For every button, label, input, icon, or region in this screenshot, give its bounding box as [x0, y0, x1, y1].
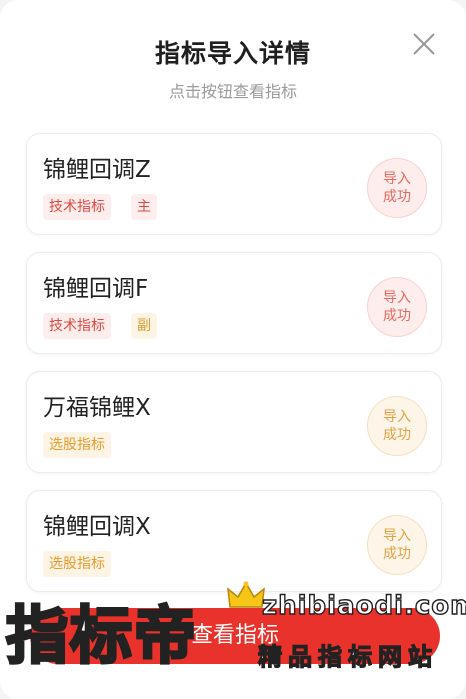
close-icon[interactable]	[410, 30, 438, 58]
indicator-name: 锦鲤回调F	[43, 276, 149, 302]
import-status-badge[interactable]: 导入 成功	[367, 515, 427, 575]
indicator-card[interactable]: 锦鲤回调X 选股指标 导入 成功	[26, 490, 442, 592]
type-tag: 选股指标	[43, 551, 111, 577]
chart-position-tag: 副	[131, 313, 157, 339]
indicator-card[interactable]: 万福锦鲤X 选股指标 导入 成功	[26, 371, 442, 473]
indicator-name: 锦鲤回调Z	[43, 157, 151, 183]
chart-position-tag: 主	[131, 194, 157, 220]
dialog-title: 指标导入详情	[154, 39, 311, 68]
import-status-badge[interactable]: 导入 成功	[367, 158, 427, 218]
indicator-card[interactable]: 锦鲤回调F 技术指标 副 导入 成功	[26, 252, 442, 354]
type-tag: 技术指标	[43, 194, 111, 220]
import-details-dialog: 指标导入详情 点击按钮查看指标 锦鲤回调Z 技术指标 主 导入 成功 锦鲤回调F …	[0, 0, 466, 699]
watermark-logo-text: 指标帝	[4, 598, 199, 674]
indicator-name: 锦鲤回调X	[43, 514, 151, 540]
type-tag: 选股指标	[43, 432, 111, 458]
import-status-badge[interactable]: 导入 成功	[367, 396, 427, 456]
dialog-subtitle: 点击按钮查看指标	[168, 82, 297, 101]
watermark: 指标帝 zhibiaodi.com 精品指标网站	[0, 581, 466, 699]
watermark-url: zhibiaodi.com	[261, 590, 466, 621]
indicator-card[interactable]: 锦鲤回调Z 技术指标 主 导入 成功	[26, 133, 442, 235]
indicator-name: 万福锦鲤X	[43, 395, 151, 421]
type-tag: 技术指标	[43, 313, 111, 339]
crown-icon	[227, 581, 265, 608]
watermark-slogan: 精品指标网站	[257, 642, 438, 671]
import-status-badge[interactable]: 导入 成功	[367, 277, 427, 337]
